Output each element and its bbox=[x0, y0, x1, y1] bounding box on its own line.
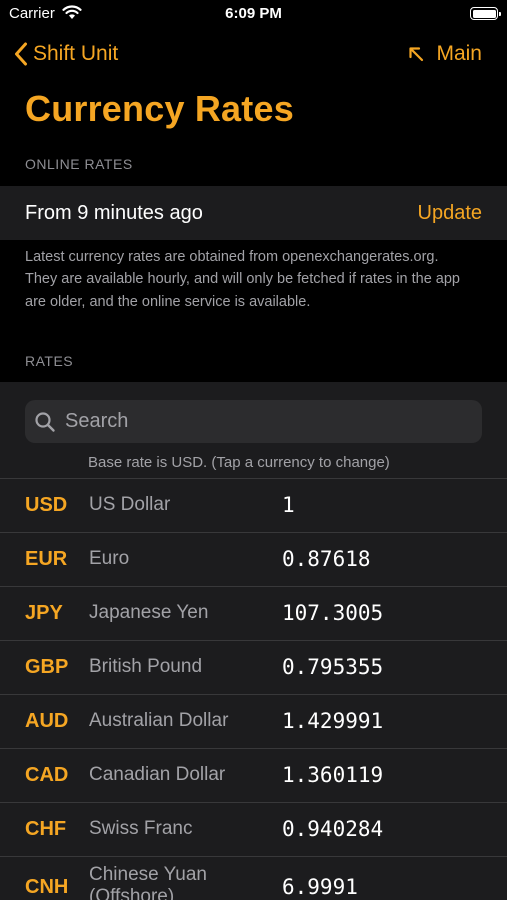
search-input[interactable] bbox=[65, 400, 465, 443]
page-title: Currency Rates bbox=[25, 88, 294, 129]
currency-rate: 1.360119 bbox=[282, 763, 384, 787]
currency-rate: 6.9991 bbox=[282, 875, 358, 899]
last-updated-text: From 9 minutes ago bbox=[25, 202, 203, 224]
rate-row-aud[interactable]: AUD Australian Dollar 1.429991 bbox=[0, 694, 507, 748]
search-icon bbox=[35, 412, 55, 432]
rate-row-eur[interactable]: EUR Euro 0.87618 bbox=[0, 532, 507, 586]
currency-code: CNH bbox=[25, 876, 69, 898]
currency-code: AUD bbox=[25, 710, 69, 732]
currency-rate: 0.940284 bbox=[282, 817, 384, 841]
status-time: 6:09 PM bbox=[225, 5, 282, 22]
status-bar: Carrier 6:09 PM bbox=[0, 0, 507, 28]
currency-rate: 0.87618 bbox=[282, 547, 371, 571]
base-rate-note: Base rate is USD. (Tap a currency to cha… bbox=[88, 454, 390, 471]
update-button[interactable]: Update bbox=[418, 186, 483, 240]
battery-icon bbox=[470, 7, 501, 20]
currency-code: EUR bbox=[25, 548, 68, 570]
currency-code: USD bbox=[25, 494, 68, 516]
online-rates-footer: Latest currency rates are obtained from … bbox=[25, 249, 460, 310]
rates-header: RATES bbox=[25, 353, 74, 369]
search-bar[interactable] bbox=[25, 400, 482, 443]
currency-name: Chinese Yuan (Offshore) bbox=[89, 864, 207, 900]
main-button[interactable]: Main bbox=[408, 36, 482, 72]
currency-name: Euro bbox=[89, 548, 130, 569]
currency-name: Canadian Dollar bbox=[89, 764, 226, 785]
rate-row-cad[interactable]: CAD Canadian Dollar 1.360119 bbox=[0, 748, 507, 802]
main-button-label: Main bbox=[436, 42, 482, 65]
currency-code: JPY bbox=[25, 602, 63, 624]
currency-code: GBP bbox=[25, 656, 69, 678]
chevron-left-icon bbox=[15, 42, 27, 66]
rate-row-chf[interactable]: CHF Swiss Franc 0.940284 bbox=[0, 802, 507, 856]
rates-panel: Base rate is USD. (Tap a currency to cha… bbox=[0, 382, 507, 900]
navigation-bar: Shift Unit Main bbox=[0, 36, 507, 72]
currency-name: British Pound bbox=[89, 656, 203, 677]
currency-code: CHF bbox=[25, 818, 67, 840]
currency-name: Japanese Yen bbox=[89, 602, 209, 623]
currency-rate: 0.795355 bbox=[282, 655, 384, 679]
online-rates-header: ONLINE RATES bbox=[25, 156, 133, 172]
online-rates-row: From 9 minutes ago Update bbox=[0, 186, 507, 240]
currency-rate: 1.429991 bbox=[282, 709, 384, 733]
currency-name: US Dollar bbox=[89, 494, 171, 515]
rate-row-cnh[interactable]: CNH Chinese Yuan (Offshore) 6.9991 bbox=[0, 856, 507, 900]
rate-row-usd[interactable]: USD US Dollar 1 bbox=[0, 478, 507, 532]
rate-list: USD US Dollar 1 EUR Euro 0.87618 JPY Jap… bbox=[0, 478, 507, 900]
back-button[interactable]: Shift Unit bbox=[14, 36, 118, 72]
currency-rate: 1 bbox=[282, 493, 295, 517]
currency-rates-screen: Carrier 6:09 PM Shift Unit Main Currency… bbox=[0, 0, 507, 900]
currency-name: Swiss Franc bbox=[89, 818, 193, 839]
arrow-up-left-icon bbox=[409, 47, 424, 62]
rate-row-jpy[interactable]: JPY Japanese Yen 107.3005 bbox=[0, 586, 507, 640]
back-button-label: Shift Unit bbox=[33, 42, 119, 65]
currency-name: Australian Dollar bbox=[89, 710, 229, 731]
currency-rate: 107.3005 bbox=[282, 601, 384, 625]
currency-code: CAD bbox=[25, 764, 69, 786]
rate-row-gbp[interactable]: GBP British Pound 0.795355 bbox=[0, 640, 507, 694]
